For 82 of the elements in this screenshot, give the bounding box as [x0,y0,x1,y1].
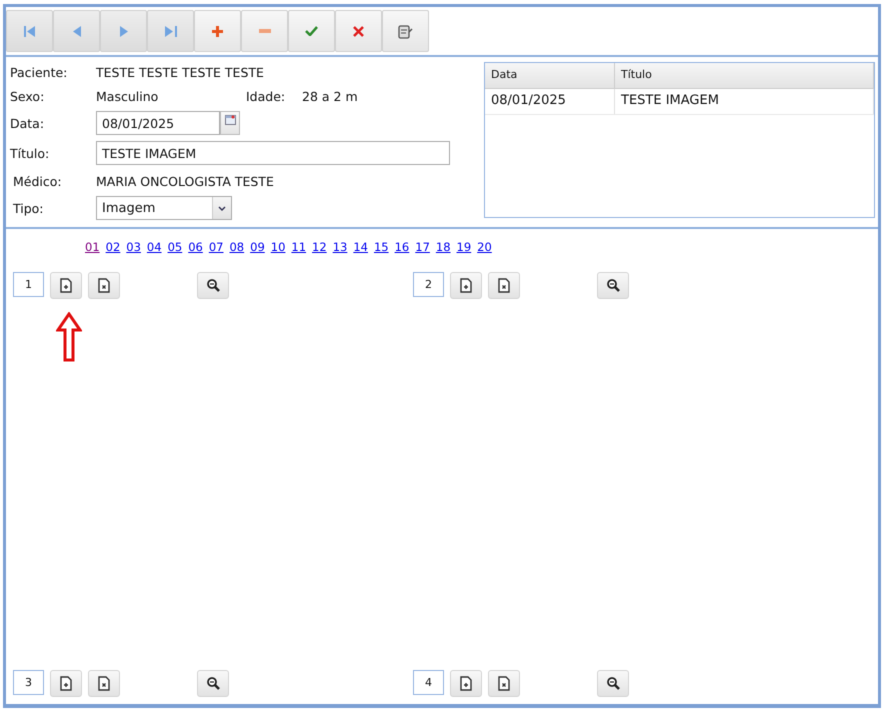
page-link[interactable]: 01 [85,240,100,262]
remove-document-icon [498,278,510,293]
remove-document-icon [98,278,110,293]
minus-icon [258,29,270,33]
page-link[interactable]: 10 [270,240,286,262]
caret-icon [218,206,226,210]
page-link[interactable]: 05 [168,240,182,262]
title-field[interactable]: TESTE IMAGEM [96,141,450,165]
annotation-arrow [56,312,82,362]
page-link[interactable]: 18 [436,240,451,262]
add-document-icon [460,278,472,293]
last-icon [164,26,176,36]
add-image-button[interactable] [50,670,82,697]
page-link[interactable]: 14 [353,240,368,262]
remove-image-button[interactable] [88,670,120,697]
field-value: TESTE TESTE TESTE TESTE [96,64,264,80]
field-label: Paciente: [10,64,68,80]
image-number: 2 [413,272,444,297]
page-link[interactable]: 06 [188,240,203,262]
table-cell: 08/01/2025 [485,89,615,114]
page-link[interactable]: 11 [291,240,306,262]
image-number: 3 [13,670,44,695]
report-button[interactable] [382,10,429,52]
field-label: Médico: [12,174,63,188]
column-header: Título [615,63,874,88]
page-link[interactable]: 12 [312,240,327,262]
zoom-button[interactable] [597,670,629,697]
table-cell: TESTE IMAGEM [615,89,874,114]
add-image-button[interactable] [450,272,482,299]
add-image-button[interactable] [50,272,82,299]
zoom-icon [206,677,220,690]
image-number: 1 [13,272,44,297]
field-value: 28 a 2 m [302,88,358,104]
type-dropdown[interactable]: Imagem [96,196,232,220]
add-button[interactable] [194,10,241,52]
zoom-icon [606,677,620,690]
remove-document-icon [498,676,510,691]
remove-document-icon [98,676,110,691]
field-label: Data: [10,116,46,130]
field-value: MARIA ONCOLOGISTA TESTE [96,174,274,188]
zoom-button[interactable] [597,272,629,299]
calendar-icon [224,115,236,125]
remove-image-button[interactable] [88,272,120,299]
page-link[interactable]: 15 [374,240,389,262]
check-icon [305,26,318,36]
zoom-button[interactable] [197,670,229,697]
next-icon [120,26,128,36]
page-link[interactable]: 02 [106,240,120,262]
add-image-button[interactable] [450,670,482,697]
field-label: Sexo: [10,88,46,104]
page-link[interactable]: 07 [208,240,224,262]
page-link[interactable]: 20 [477,240,492,262]
add-document-icon [60,278,72,293]
page-link[interactable]: 04 [146,240,162,262]
page-link[interactable]: 08 [229,240,244,262]
zoom-icon [606,279,620,292]
close-icon [353,26,364,36]
clipboard-icon [398,24,413,38]
field-label: Tipo: [12,200,45,216]
page-link[interactable]: 03 [126,240,141,262]
field-value: Masculino [96,88,160,104]
add-document-icon [460,676,472,691]
field-label: Idade: [246,88,286,104]
previous-icon [72,26,80,36]
remove-image-button[interactable] [488,670,520,697]
page-link[interactable]: 19 [456,240,472,262]
calendar-button[interactable] [220,111,240,135]
remove-image-button[interactable] [488,272,520,299]
column-header: Data [485,63,615,88]
page-link[interactable]: 17 [415,240,430,262]
zoom-button[interactable] [197,272,229,299]
add-document-icon [60,676,72,691]
cancel-button[interactable] [335,10,382,52]
plus-icon [212,26,223,36]
date-field[interactable]: 08/01/2025 [96,111,220,135]
field-label: Título: [10,146,50,160]
image-number: 4 [413,670,444,695]
page-link[interactable]: 16 [394,240,410,262]
page-link[interactable]: 13 [332,240,348,262]
first-icon [24,26,36,36]
zoom-icon [206,279,220,292]
page-link[interactable]: 09 [250,240,265,262]
